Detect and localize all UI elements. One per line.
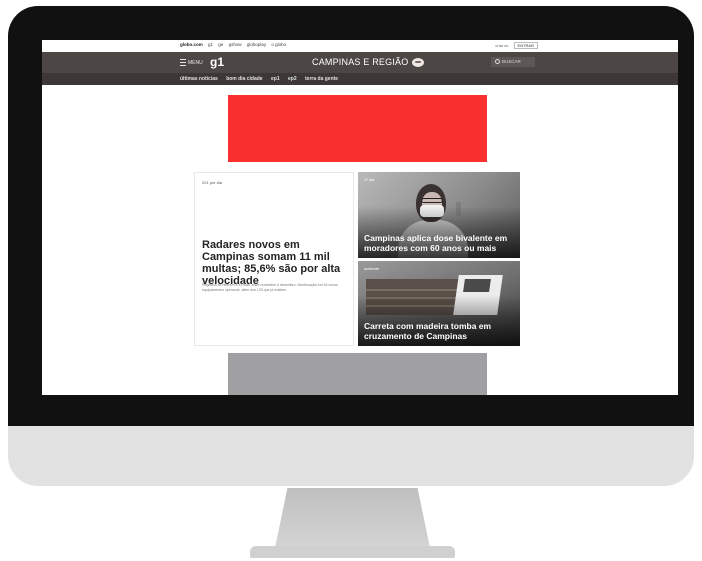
ad-banner-top[interactable]	[228, 95, 487, 162]
site-header: MENU g1 CAMPINAS E REGIÃO BUSCAR	[42, 52, 678, 73]
region-badge-icon	[412, 58, 425, 68]
story-time: 201 por dia	[202, 180, 223, 185]
nav-item-ep2[interactable]: ep2	[288, 76, 297, 82]
monitor-screen: globo.com g1 ge gshow globoplay o globo …	[42, 40, 678, 395]
monitor-stand-base	[250, 546, 455, 558]
account-area: criar sc. ENTRAR	[495, 42, 538, 49]
menu-label: MENU	[188, 59, 203, 66]
search-icon	[495, 59, 500, 65]
create-account-link[interactable]: criar sc.	[495, 43, 509, 48]
nav-item-latest[interactable]: últimas notícias	[180, 76, 218, 82]
search-button[interactable]: BUSCAR	[491, 57, 535, 67]
link-oglobo[interactable]: o globo	[271, 42, 286, 47]
hamburger-icon	[180, 59, 186, 66]
search-label: BUSCAR	[502, 59, 521, 64]
link-ge[interactable]: ge	[218, 42, 223, 47]
main-story-card[interactable]: 201 por dia Radares novos em Campinas so…	[194, 172, 354, 346]
login-button[interactable]: ENTRAR	[513, 42, 538, 49]
nav-item-bom-dia-cidade[interactable]: bom dia cidade	[226, 76, 262, 82]
nav-item-ep1[interactable]: ep1	[271, 76, 280, 82]
photo-truck-window	[463, 279, 491, 292]
link-g1[interactable]: g1	[208, 42, 213, 47]
ad-banner-bottom[interactable]	[228, 353, 487, 395]
monitor-stand	[275, 488, 430, 548]
link-globo[interactable]: globo.com	[180, 42, 203, 47]
side-story-title[interactable]: Carreta com madeira tomba em cruzamento …	[364, 321, 514, 341]
story-tag: 1ª dia	[364, 177, 375, 182]
region-label: CAMPINAS E REGIÃO	[312, 57, 409, 67]
main-story-summary: Registros se referem a 43 dias, entre no…	[202, 283, 338, 292]
side-story-card[interactable]: acidente Carreta com madeira tomba em cr…	[358, 261, 520, 346]
nav-item-terra-da-gente[interactable]: terra da gente	[305, 76, 338, 82]
g1-logo[interactable]: g1	[210, 55, 224, 69]
photo-glasses	[421, 198, 443, 203]
side-story-title[interactable]: Campinas aplica dose bivalente em morado…	[364, 233, 514, 253]
menu-button[interactable]: MENU	[180, 59, 203, 66]
link-globoplay[interactable]: globoplay	[247, 42, 266, 47]
link-gshow[interactable]: gshow	[229, 42, 242, 47]
main-story-title[interactable]: Radares novos em Campinas somam 11 mil m…	[202, 239, 350, 287]
region-title[interactable]: CAMPINAS E REGIÃO	[312, 57, 425, 68]
story-tag: acidente	[364, 266, 380, 271]
section-nav: últimas notícias bom dia cidade ep1 ep2 …	[42, 73, 678, 85]
side-story-card[interactable]: 1ª dia Campinas aplica dose bivalente em…	[358, 172, 520, 258]
portal-links: globo.com g1 ge gshow globoplay o globo	[180, 42, 290, 47]
